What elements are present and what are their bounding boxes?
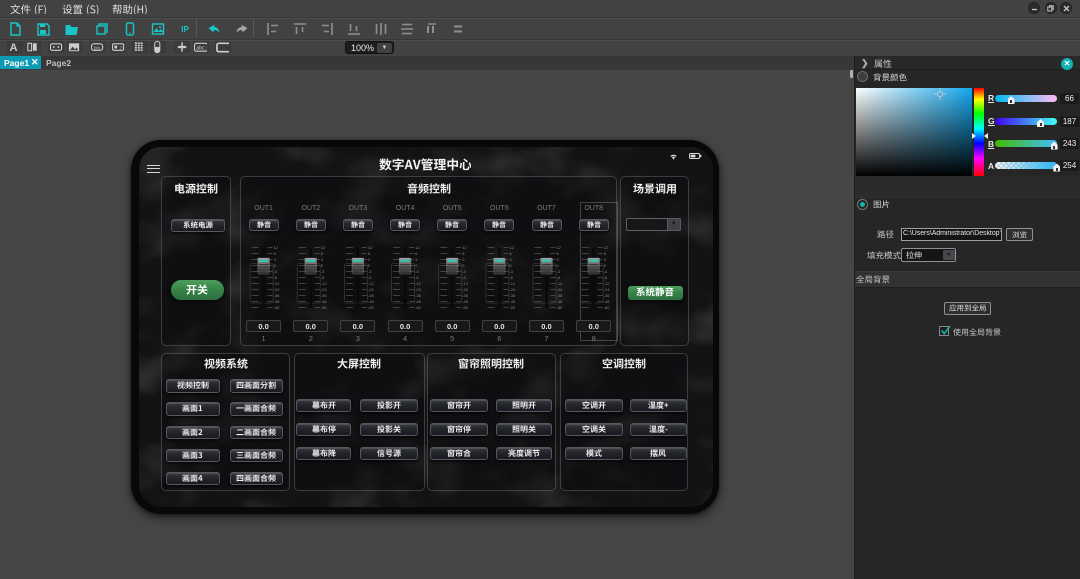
svg-text:3: 3 — [604, 257, 607, 262]
svg-text:-36: -36 — [415, 293, 422, 298]
svg-text:6: 6 — [368, 251, 371, 256]
svg-text:12: 12 — [274, 245, 279, 250]
svg-text:12: 12 — [604, 245, 609, 250]
svg-text:-3: -3 — [321, 269, 325, 274]
svg-text:-12: -12 — [415, 281, 422, 286]
svg-text:6: 6 — [321, 251, 324, 256]
svg-text:3: 3 — [462, 257, 465, 262]
svg-text:-6: -6 — [368, 275, 372, 280]
svg-text:-12: -12 — [557, 281, 564, 286]
svg-text:btn: btn — [94, 45, 100, 50]
svg-text:-12: -12 — [509, 281, 516, 286]
svg-text:3: 3 — [509, 257, 512, 262]
svg-text:-48: -48 — [462, 299, 469, 304]
svg-text:12: 12 — [557, 245, 562, 250]
svg-text:12: 12 — [368, 245, 373, 250]
svg-text:-3: -3 — [368, 269, 372, 274]
svg-text:-36: -36 — [509, 293, 516, 298]
svg-text:0: 0 — [557, 263, 560, 268]
svg-text:-48: -48 — [557, 299, 564, 304]
svg-text:0: 0 — [321, 263, 324, 268]
svg-text:abc: abc — [196, 45, 205, 51]
svg-text:-24: -24 — [557, 287, 564, 292]
svg-text:-60: -60 — [321, 305, 328, 310]
svg-text:-36: -36 — [604, 293, 611, 298]
svg-text:-12: -12 — [368, 281, 375, 286]
svg-text:-60: -60 — [415, 305, 422, 310]
svg-text:-60: -60 — [509, 305, 516, 310]
svg-text:6: 6 — [604, 251, 607, 256]
svg-text:-24: -24 — [415, 287, 422, 292]
svg-text:-6: -6 — [321, 275, 325, 280]
svg-text:-60: -60 — [368, 305, 375, 310]
svg-text:0: 0 — [604, 263, 607, 268]
svg-text:-24: -24 — [604, 287, 611, 292]
svg-text:-36: -36 — [321, 293, 328, 298]
svg-text:3: 3 — [415, 257, 418, 262]
svg-text:-12: -12 — [321, 281, 328, 286]
svg-text:-48: -48 — [368, 299, 375, 304]
svg-text:-48: -48 — [604, 299, 611, 304]
svg-text:-3: -3 — [509, 269, 513, 274]
svg-text:-12: -12 — [462, 281, 469, 286]
svg-text:IP: IP — [181, 25, 189, 34]
svg-text:-48: -48 — [509, 299, 516, 304]
svg-text:-48: -48 — [274, 299, 281, 304]
svg-text:0: 0 — [274, 263, 277, 268]
svg-text:-6: -6 — [604, 275, 608, 280]
svg-text:6: 6 — [462, 251, 465, 256]
svg-text:6: 6 — [274, 251, 277, 256]
svg-text:-48: -48 — [415, 299, 422, 304]
svg-text:12: 12 — [462, 245, 467, 250]
svg-text:?: ? — [119, 45, 122, 50]
svg-text:-36: -36 — [557, 293, 564, 298]
svg-text:-3: -3 — [604, 269, 608, 274]
svg-text:3: 3 — [274, 257, 277, 262]
svg-text:-3: -3 — [274, 269, 278, 274]
svg-text:-48: -48 — [321, 299, 328, 304]
svg-text:-6: -6 — [462, 275, 466, 280]
svg-text:0: 0 — [368, 263, 371, 268]
svg-text:3: 3 — [321, 257, 324, 262]
svg-text:-24: -24 — [509, 287, 516, 292]
svg-text:12: 12 — [415, 245, 420, 250]
svg-text:6: 6 — [509, 251, 512, 256]
svg-text:-60: -60 — [557, 305, 564, 310]
svg-text:-24: -24 — [462, 287, 469, 292]
svg-text:-60: -60 — [604, 305, 611, 310]
svg-text:-24: -24 — [274, 287, 281, 292]
svg-text:12: 12 — [509, 245, 514, 250]
svg-text:-6: -6 — [415, 275, 419, 280]
svg-text:-36: -36 — [274, 293, 281, 298]
svg-text:-3: -3 — [557, 269, 561, 274]
svg-text:0: 0 — [415, 263, 418, 268]
svg-text:-3: -3 — [462, 269, 466, 274]
svg-text:-12: -12 — [604, 281, 611, 286]
svg-text:-24: -24 — [321, 287, 328, 292]
svg-text:0: 0 — [462, 263, 465, 268]
svg-text:0: 0 — [509, 263, 512, 268]
svg-text:-60: -60 — [274, 305, 281, 310]
svg-text:-36: -36 — [368, 293, 375, 298]
svg-text:A: A — [10, 42, 18, 54]
svg-text:-60: -60 — [462, 305, 469, 310]
svg-text:-36: -36 — [462, 293, 469, 298]
svg-text:-6: -6 — [509, 275, 513, 280]
svg-text:-12: -12 — [274, 281, 281, 286]
svg-text:6: 6 — [415, 251, 418, 256]
svg-text:3: 3 — [368, 257, 371, 262]
svg-text:-3: -3 — [415, 269, 419, 274]
svg-text:3: 3 — [557, 257, 560, 262]
svg-text:-6: -6 — [557, 275, 561, 280]
svg-text:-24: -24 — [368, 287, 375, 292]
svg-text:6: 6 — [557, 251, 560, 256]
svg-text:-6: -6 — [274, 275, 278, 280]
svg-text:12: 12 — [321, 245, 326, 250]
